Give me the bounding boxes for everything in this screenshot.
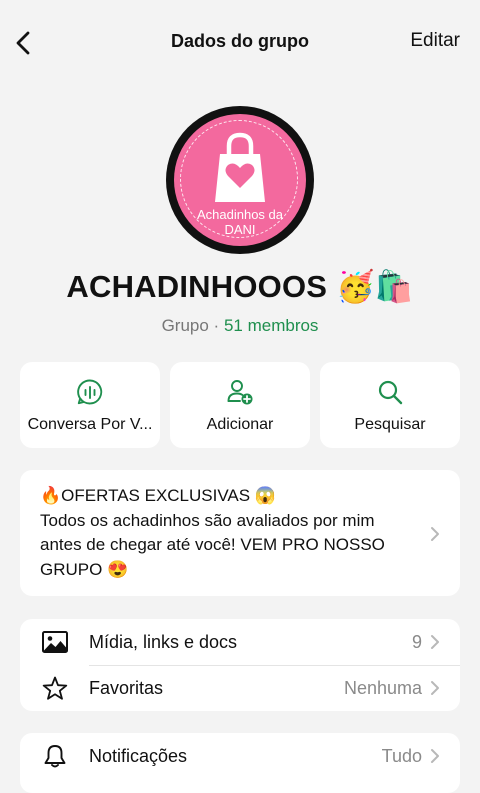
group-meta: Grupo · 51 membros [0, 316, 480, 336]
notifications-value: Tudo [381, 746, 422, 766]
chevron-right-icon [431, 749, 439, 763]
media-count: 9 [411, 632, 422, 652]
voice-chat-button[interactable]: Conversa Por V... [20, 362, 160, 448]
notifications-label: Notificações [89, 746, 188, 766]
notifications-card: Notificações Tudo [20, 733, 460, 793]
group-description-card[interactable]: 🔥OFERTAS EXCLUSIVAS 😱 Todos os achadinho… [20, 470, 460, 596]
description-line: GRUPO 😍 [40, 559, 129, 579]
avatar-caption-line1: Achadinhos da [196, 207, 283, 222]
image-icon [42, 631, 68, 653]
media-links-docs-row[interactable]: Mídia, links e docs 9 [20, 619, 460, 665]
bell-icon [44, 745, 66, 768]
search-button[interactable]: Pesquisar [320, 362, 460, 448]
shopping-bag-icon [215, 132, 265, 202]
avatar-caption-line2: DANI [224, 222, 256, 237]
voice-chat-label: Conversa Por V... [27, 416, 153, 433]
meta-separator: · [213, 316, 220, 335]
members-count-link[interactable]: 51 membros [224, 316, 318, 335]
group-name: ACHADINHOOOS 🥳🛍️ [66, 269, 414, 304]
navigation-bar: Dados do grupo Editar [0, 0, 480, 84]
chevron-right-icon [431, 681, 439, 695]
media-links-docs-label: Mídia, links e docs [89, 632, 238, 652]
description-line: 🔥OFERTAS EXCLUSIVAS 😱 [40, 486, 276, 505]
chevron-right-icon [431, 527, 439, 541]
notifications-row[interactable]: Notificações Tudo [20, 733, 460, 779]
favorites-label: Favoritas [89, 678, 164, 698]
favorites-value: Nenhuma [343, 678, 422, 698]
avatar-caption: Achadinhos da DANI [174, 207, 306, 237]
avatar-logo: Achadinhos da DANI [174, 114, 306, 246]
group-type-label: Grupo [161, 316, 209, 335]
add-member-button[interactable]: Adicionar [170, 362, 310, 448]
star-icon [42, 676, 68, 700]
add-member-label: Adicionar [206, 416, 274, 433]
back-button[interactable] [10, 28, 40, 58]
add-person-icon [227, 380, 253, 405]
group-description: 🔥OFERTAS EXCLUSIVAS 😱 Todos os achadinho… [40, 484, 430, 582]
media-favorites-card: Mídia, links e docs 9 Favoritas Nenhuma [20, 619, 460, 711]
page-title: Dados do grupo [171, 31, 309, 51]
description-line: Todos os achadinhos são avaliados por mi… [40, 510, 375, 530]
chevron-right-icon [431, 635, 439, 649]
search-label: Pesquisar [354, 416, 426, 433]
description-line: antes de chegar até você! VEM PRO NOSSO [40, 535, 385, 554]
voice-chat-icon [77, 379, 103, 405]
edit-button[interactable]: Editar [410, 30, 460, 52]
group-avatar[interactable]: Achadinhos da DANI [166, 106, 314, 254]
favorites-row[interactable]: Favoritas Nenhuma [20, 665, 460, 711]
search-icon [378, 380, 403, 405]
chevron-left-icon [16, 31, 30, 55]
